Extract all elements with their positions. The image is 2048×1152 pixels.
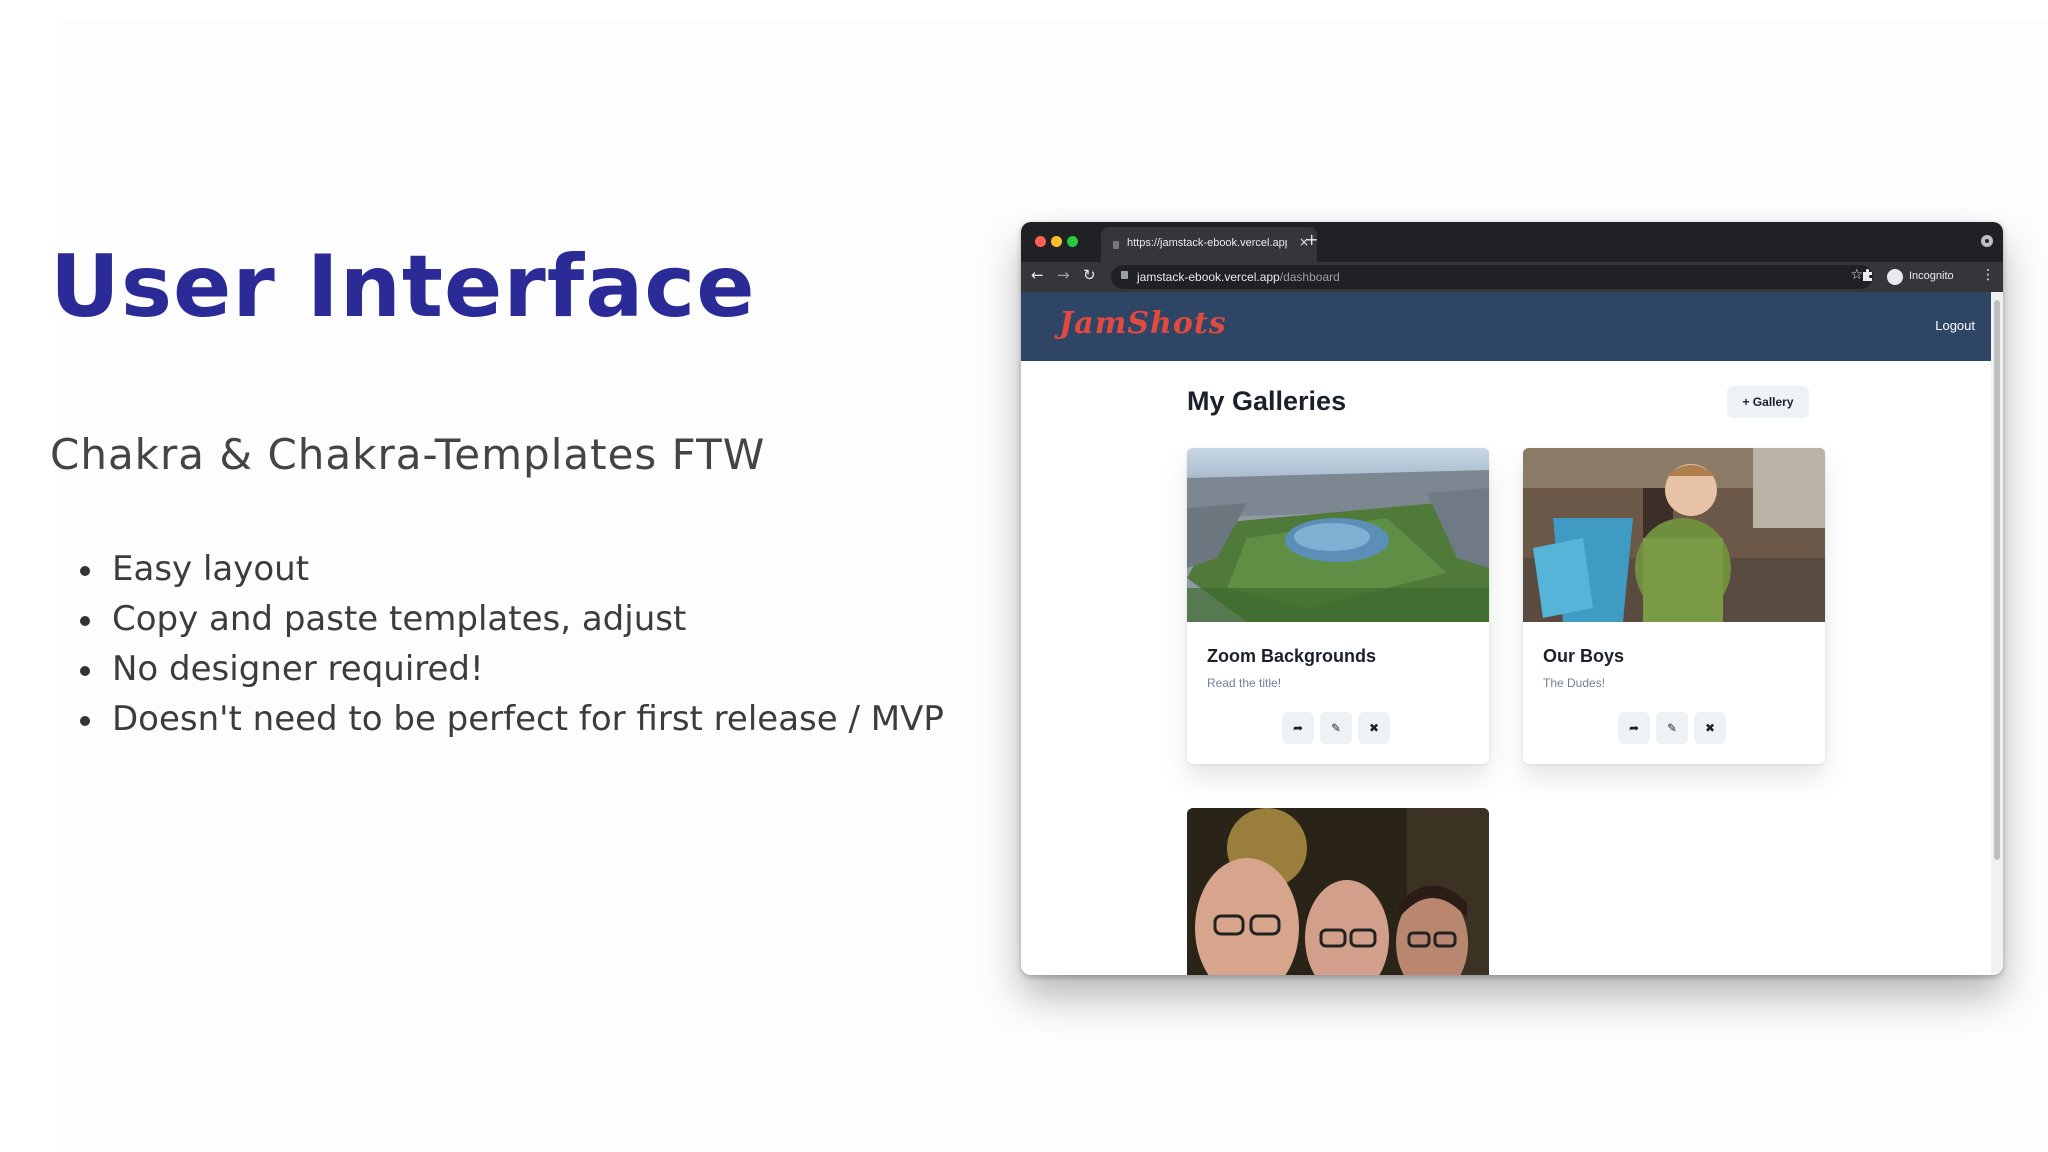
gallery-cover-image[interactable]	[1523, 448, 1825, 622]
gallery-title[interactable]: Zoom Backgrounds	[1207, 646, 1376, 667]
incognito-icon[interactable]	[1887, 269, 1903, 285]
logout-link[interactable]: Logout	[1935, 318, 1975, 333]
tab-title: https://jamstack-ebook.vercel.app	[1127, 237, 1287, 249]
browser-tab[interactable]: https://jamstack-ebook.vercel.app ×	[1101, 227, 1317, 262]
gallery-cover-image[interactable]	[1187, 808, 1489, 975]
page-title: My Galleries	[1187, 386, 1347, 416]
new-tab-button[interactable]: +	[1305, 230, 1318, 249]
browser-toolbar: ← → ↻ jamstack-ebook.vercel.app/dashboar…	[1021, 262, 2003, 292]
bullet-item: Easy layout	[80, 544, 944, 594]
maximize-window-button[interactable]	[1067, 236, 1078, 247]
card-actions: ➦ ✎ ✖	[1282, 712, 1402, 746]
delete-icon[interactable]: ✖	[1358, 712, 1390, 744]
reload-icon[interactable]: ↻	[1083, 266, 1096, 284]
edit-icon[interactable]: ✎	[1656, 712, 1688, 744]
bullet-item: Copy and paste templates, adjust	[80, 594, 944, 644]
forward-arrow-icon[interactable]: →	[1057, 266, 1070, 284]
app-header: JamShots Logout	[1021, 292, 1991, 361]
browser-menu-icon[interactable]: ⋮	[1981, 267, 1995, 283]
slide-title: User Interface	[50, 237, 756, 337]
bullet-list: Easy layout Copy and paste templates, ad…	[80, 544, 944, 744]
browser-window: https://jamstack-ebook.vercel.app × + ← …	[1021, 222, 2003, 975]
edit-icon[interactable]: ✎	[1320, 712, 1352, 744]
extensions-puzzle-icon[interactable]	[1861, 268, 1875, 282]
gallery-description: The Dudes!	[1543, 676, 1606, 690]
bullet-item: No designer required!	[80, 644, 944, 694]
lock-icon	[1121, 271, 1128, 279]
tab-strip: https://jamstack-ebook.vercel.app × +	[1021, 222, 2003, 262]
add-gallery-button[interactable]: + Gallery	[1727, 386, 1809, 418]
jamshots-logo[interactable]: JamShots	[1059, 306, 1227, 341]
card-actions: ➦ ✎ ✖	[1618, 712, 1738, 746]
slide-subtitle: Chakra & Chakra-Templates FTW	[50, 430, 766, 479]
gallery-cover-image[interactable]	[1187, 448, 1489, 622]
share-icon[interactable]: ➦	[1282, 712, 1314, 744]
gallery-description: Read the title!	[1207, 676, 1282, 690]
address-url[interactable]: jamstack-ebook.vercel.app/dashboard	[1137, 270, 1340, 284]
page-viewport: JamShots Logout My Galleries + Gallery Z…	[1021, 292, 1991, 975]
delete-icon[interactable]: ✖	[1694, 712, 1726, 744]
back-arrow-icon[interactable]: ←	[1031, 266, 1044, 284]
scrollbar-thumb[interactable]	[1994, 300, 2000, 860]
minimize-window-button[interactable]	[1051, 236, 1062, 247]
gallery-title[interactable]: Our Boys	[1543, 646, 1624, 667]
close-window-button[interactable]	[1035, 236, 1046, 247]
favicon-icon	[1113, 241, 1119, 249]
bullet-item: Doesn't need to be perfect for first rel…	[80, 694, 944, 744]
share-icon[interactable]: ➦	[1618, 712, 1650, 744]
gallery-card[interactable]: Zoom Backgrounds Read the title! ➦ ✎ ✖	[1187, 448, 1489, 764]
address-bar[interactable]: jamstack-ebook.vercel.app/dashboard ☆	[1111, 265, 1873, 289]
profile-menu-icon[interactable]	[1981, 235, 1993, 247]
gallery-card[interactable]: Our Boys The Dudes! ➦ ✎ ✖	[1523, 448, 1825, 764]
incognito-label[interactable]: Incognito	[1909, 270, 1954, 282]
gallery-card[interactable]	[1187, 808, 1489, 975]
